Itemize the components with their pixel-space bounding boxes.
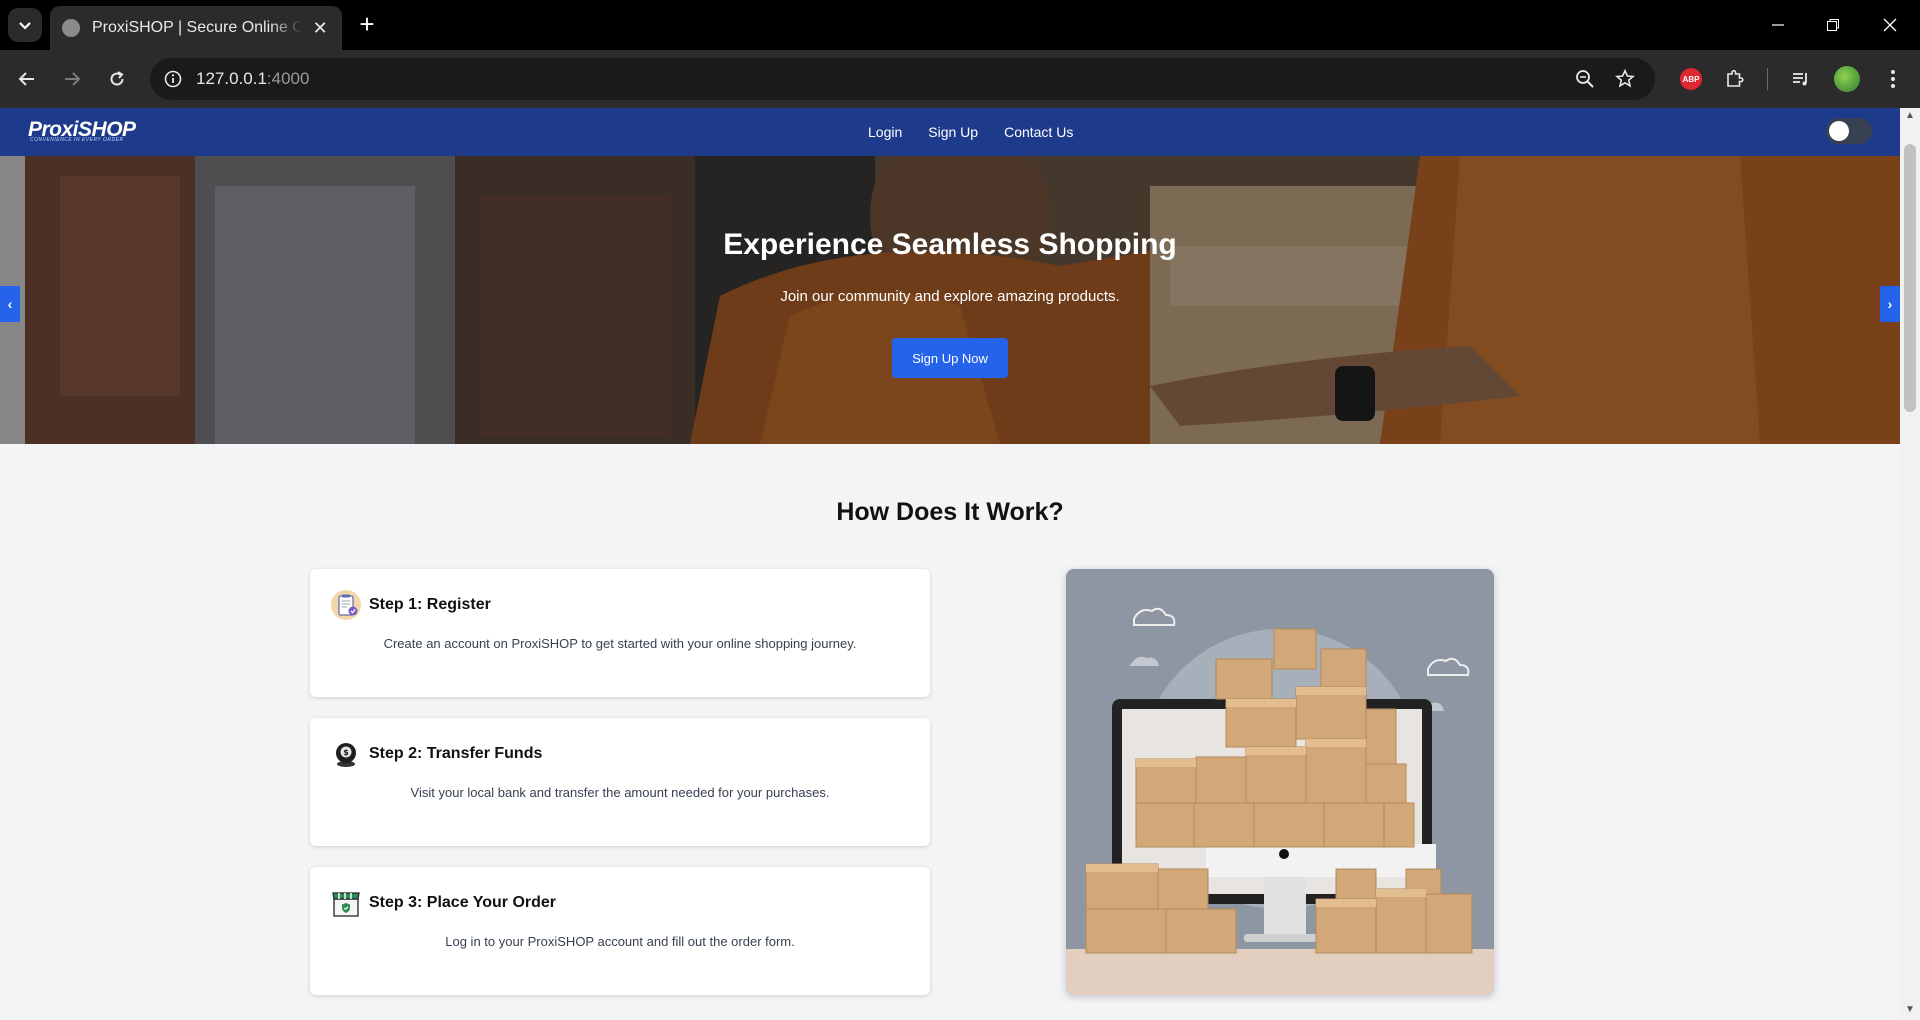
- store-icon: [332, 892, 360, 917]
- logo-tagline: CONVENIENCE IN EVERY ORDER: [30, 137, 124, 143]
- tab-search-button[interactable]: [8, 8, 42, 42]
- toolbar-separator: [1767, 68, 1768, 90]
- hero-carousel: Experience Seamless Shopping Join our co…: [0, 156, 1900, 444]
- profile-button[interactable]: [1830, 62, 1864, 96]
- extensions-button[interactable]: [1718, 62, 1752, 96]
- tab-title: ProxiSHOP | Secure Online Order: [92, 19, 303, 36]
- step-title: Step 3: Place Your Order: [369, 894, 557, 911]
- scroll-up-icon[interactable]: ▲: [1904, 110, 1916, 122]
- playlist-icon: [1793, 73, 1807, 86]
- puzzle-icon: [1727, 69, 1744, 87]
- step-description: Visit your local bank and transfer the a…: [410, 785, 830, 800]
- browser-menu-button[interactable]: [1876, 62, 1910, 96]
- scroll-down-icon[interactable]: ▼: [1904, 1004, 1916, 1016]
- section-title: How Does It Work?: [836, 498, 1064, 526]
- step-title: Step 1: Register: [369, 596, 491, 613]
- carousel-next-button[interactable]: ›: [1880, 286, 1900, 322]
- signup-now-button[interactable]: Sign Up Now: [892, 338, 1008, 378]
- nav-links: Login Sign Up Contact Us: [868, 108, 1073, 156]
- adblock-icon: ABP: [1680, 68, 1702, 90]
- restore-button[interactable]: [1813, 8, 1853, 42]
- back-button[interactable]: [10, 62, 44, 96]
- shopping-illustration: [1066, 569, 1494, 995]
- zoom-icon[interactable]: [1572, 66, 1598, 92]
- minimize-button[interactable]: [1758, 8, 1798, 42]
- toggle-knob: [1829, 121, 1849, 141]
- chevron-down-icon: [19, 22, 31, 30]
- new-tab-button[interactable]: +: [352, 10, 382, 40]
- nav-contact-link[interactable]: Contact Us: [1004, 124, 1073, 140]
- close-window-button[interactable]: [1870, 8, 1910, 42]
- arrow-left-icon: [18, 72, 34, 86]
- restore-icon: [1827, 19, 1839, 31]
- hero-title: Experience Seamless Shopping: [723, 228, 1177, 261]
- minimize-icon: [1772, 24, 1784, 26]
- page-scrollbar[interactable]: ▲ ▼: [1900, 108, 1920, 1020]
- adblock-extension-button[interactable]: ABP: [1674, 62, 1708, 96]
- step-card: Step 1: Register Create an account on Pr…: [310, 569, 930, 697]
- step-description: Create an account on ProxiSHOP to get st…: [383, 636, 857, 651]
- scroll-thumb[interactable]: [1904, 144, 1916, 412]
- clipboard-icon: [331, 590, 361, 620]
- reload-icon: [110, 71, 124, 86]
- close-icon: [1883, 18, 1897, 32]
- page-viewport: ProxiSHOP CONVENIENCE IN EVERY ORDER Log…: [0, 108, 1900, 1020]
- reload-button[interactable]: [100, 62, 134, 96]
- hero-subtitle: Join our community and explore amazing p…: [780, 288, 1120, 305]
- svg-text:$: $: [343, 748, 349, 757]
- bookmark-star-icon[interactable]: [1612, 66, 1638, 92]
- forward-button[interactable]: [55, 62, 89, 96]
- url-text: 127.0.0.1:4000: [196, 69, 310, 88]
- step-card: Step 3: Place Your Order Log in to your …: [310, 867, 930, 995]
- dark-mode-toggle[interactable]: [1826, 118, 1872, 144]
- step-card: $ Step 2: Transfer Funds Visit your loca…: [310, 718, 930, 846]
- piggy-bank-icon: $: [336, 743, 356, 767]
- nav-login-link[interactable]: Login: [868, 124, 902, 140]
- media-control-button[interactable]: [1784, 62, 1818, 96]
- site-navbar: ProxiSHOP CONVENIENCE IN EVERY ORDER Log…: [0, 108, 1900, 156]
- close-tab-icon[interactable]: ✕: [310, 18, 330, 39]
- browser-tab[interactable]: ProxiSHOP | Secure Online Order ✕: [50, 6, 342, 50]
- arrow-right-icon: [65, 72, 81, 86]
- carousel-prev-button[interactable]: ‹: [0, 286, 20, 322]
- kebab-menu-icon: [1891, 70, 1895, 88]
- browser-toolbar: 127.0.0.1:4000 ABP: [0, 50, 1920, 108]
- avatar: [1834, 66, 1860, 92]
- step-description: Log in to your ProxiSHOP account and fil…: [445, 934, 795, 949]
- address-bar[interactable]: 127.0.0.1:4000: [150, 58, 1655, 100]
- nav-signup-link[interactable]: Sign Up: [928, 124, 978, 140]
- globe-icon: [62, 19, 80, 37]
- site-info-icon[interactable]: [160, 66, 186, 92]
- browser-tab-bar: ProxiSHOP | Secure Online Order ✕ +: [0, 0, 1920, 50]
- step-title: Step 2: Transfer Funds: [369, 745, 543, 762]
